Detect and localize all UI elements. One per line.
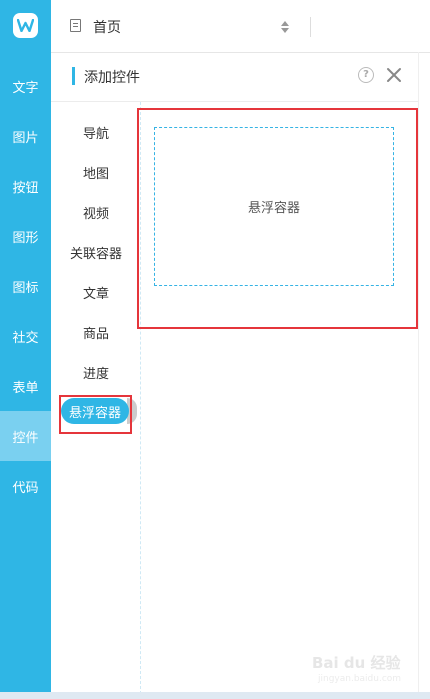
sidebar-item-text[interactable]: 文字	[0, 61, 51, 111]
bottom-strip	[0, 692, 430, 699]
sidebar-item-form[interactable]: 表单	[0, 361, 51, 411]
category-map[interactable]: 地图	[51, 159, 141, 185]
category-video[interactable]: 视频	[51, 199, 141, 225]
panel-title: 添加控件	[84, 70, 140, 86]
topbar-divider	[310, 17, 311, 37]
sidebar-item-shape[interactable]: 图形	[0, 211, 51, 261]
left-sidebar: 文字 图片 按钮 图形 图标 社交 表单 控件 代码	[0, 0, 51, 699]
watermark-logo: Bai du 经验	[312, 654, 401, 672]
watermark-url: jingyan.baidu.com	[318, 674, 402, 684]
app-window: 文字 图片 按钮 图形 图标 社交 表单 控件 代码 首页 添加控件 ? 导航 …	[0, 0, 430, 699]
sort-toggle-icon[interactable]	[280, 19, 290, 35]
panel-right-border	[418, 52, 419, 699]
title-accent-bar	[72, 67, 75, 85]
close-icon[interactable]	[386, 67, 402, 83]
top-bar: 首页	[51, 0, 430, 53]
category-product[interactable]: 商品	[51, 319, 141, 345]
highlight-box-widget	[137, 108, 418, 329]
category-progress[interactable]: 进度	[51, 359, 141, 385]
page-selector-label[interactable]: 首页	[93, 17, 121, 37]
category-article[interactable]: 文章	[51, 279, 141, 305]
sidebar-item-controls[interactable]: 控件	[0, 411, 51, 461]
sidebar-item-social[interactable]: 社交	[0, 311, 51, 361]
sidebar-item-image[interactable]: 图片	[0, 111, 51, 161]
category-navigation[interactable]: 导航	[51, 119, 141, 145]
sidebar-item-button[interactable]: 按钮	[0, 161, 51, 211]
app-logo-icon[interactable]	[13, 13, 38, 38]
page-document-icon	[70, 19, 81, 32]
panel-header: 添加控件 ?	[51, 53, 418, 102]
sidebar-item-icon[interactable]: 图标	[0, 261, 51, 311]
help-icon[interactable]: ?	[358, 67, 374, 83]
category-linked-container[interactable]: 关联容器	[51, 239, 141, 265]
highlight-box-category	[59, 395, 132, 434]
sidebar-item-code[interactable]: 代码	[0, 461, 51, 511]
